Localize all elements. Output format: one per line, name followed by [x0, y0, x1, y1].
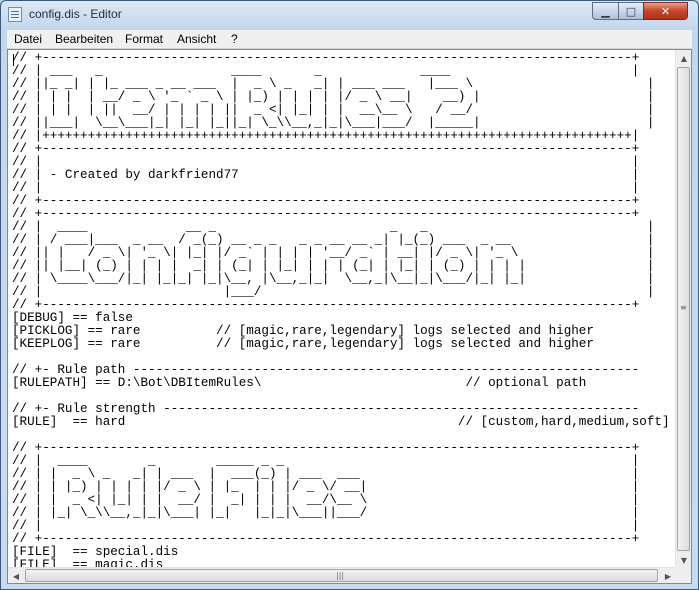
text-line[interactable]: // | | [12, 519, 639, 533]
text-line[interactable]: // | ___ _ ____ _ ____ | [12, 64, 639, 78]
menu-datei[interactable]: Datei [14, 32, 42, 46]
text-line[interactable]: // | | | | __/ _ \ '_ ` _ \ | |_) | | | … [12, 90, 654, 104]
horizontal-scroll-thumb[interactable]: ||| [25, 569, 658, 582]
editor-text[interactable]: // +------------------------------------… [8, 50, 676, 569]
text-line[interactable]: // +------------------------------------… [12, 142, 639, 156]
menu-ansicht[interactable]: Ansicht [177, 32, 216, 46]
scroll-grip-icon: ≡ [680, 303, 687, 312]
close-button[interactable]: ✕ [643, 2, 688, 20]
maximize-button[interactable]: □ [618, 2, 644, 20]
title-bar[interactable]: config.dis - Editor ▁ □ ✕ [1, 1, 698, 29]
vertical-scrollbar[interactable]: ▲ ≡ ▼ [675, 50, 691, 568]
scroll-grip-horizontal-icon: ||| [336, 571, 345, 580]
text-line[interactable]: // || |__| (_) | | | | _| | (_| | |_| | … [12, 259, 654, 273]
maximize-icon: □ [625, 4, 637, 18]
editor-area: // +------------------------------------… [7, 49, 692, 584]
text-line[interactable]: [RULEPATH] == D:\Bot\DBItemRules\ // opt… [12, 376, 586, 390]
text-caret [13, 54, 14, 66]
notepad-icon[interactable] [8, 7, 22, 22]
vertical-scroll-thumb[interactable]: ≡ [677, 67, 690, 551]
scroll-right-icon[interactable]: ▶ [660, 568, 676, 584]
close-icon: ✕ [660, 4, 671, 18]
text-line[interactable]: // | |_| \_\\__,_|_|\___| |_| |_|_|\___|… [12, 506, 639, 520]
scroll-left-icon[interactable]: ◀ [8, 568, 24, 584]
text-line[interactable]: // |++++++++++++++++++++++++++++++++++++… [12, 129, 639, 143]
text-line[interactable]: // +- Rule strength --------------------… [12, 402, 639, 416]
text-line[interactable]: // +------------------------------------… [12, 51, 639, 65]
text-line[interactable]: // | | [12, 155, 639, 169]
text-line[interactable]: // | - Created by darkfriend77 | [12, 168, 639, 182]
menu-bar: Datei Bearbeiten Format Ansicht ? [7, 30, 692, 49]
text-line[interactable]: // | | |_) | | | | |/ _ \ | |_ | | |/ _ … [12, 480, 639, 494]
text-line[interactable]: // +------------------------------------… [12, 194, 639, 208]
menu-help[interactable]: ? [231, 32, 238, 46]
text-line[interactable]: // +------------------------------------… [12, 441, 639, 455]
text-line[interactable]: // | | | | || __/ | | | | || _ <| |_| | … [12, 103, 654, 117]
text-line[interactable]: // | |___/ | [12, 285, 654, 299]
text-line[interactable]: // +------------------------------------… [12, 298, 639, 312]
text-line[interactable]: // | | _ \ _ _| | ___ | ___(_) | ___ ___… [12, 467, 639, 481]
text-line[interactable]: // | ____ _ _____ _ _ | [12, 454, 639, 468]
text-line[interactable]: // | / ___|___ _ __ / _(_) __ _ _ _ _ __… [12, 233, 654, 247]
text-line[interactable]: [FILE] == special.dis [12, 545, 178, 559]
text-line[interactable]: // || | / _ \| '_ \| |_| |/ _` | | | | '… [12, 246, 654, 260]
menu-format[interactable]: Format [125, 32, 163, 46]
text-line[interactable]: // | | _ <| |_| | | __/ | _| | | | __/\_… [12, 493, 639, 507]
text-line[interactable]: [PICKLOG] == rare // [magic,rare,legenda… [12, 324, 594, 338]
text-line[interactable]: [DEBUG] == false [12, 311, 133, 325]
scroll-down-icon[interactable]: ▼ [676, 552, 692, 568]
text-line[interactable]: // | \____\___/|_| |_|_| |_|\__, |\__,_|… [12, 272, 654, 286]
text-line[interactable]: // ||_ _| | |_ ___ _ __ ___ | _ \ _ _| |… [12, 77, 654, 91]
scroll-up-icon[interactable]: ▲ [676, 50, 692, 66]
window-title: config.dis - Editor [29, 7, 122, 21]
minimize-icon: ▁ [601, 4, 610, 18]
text-line[interactable]: // ||___| \__\___|_| |_| |_||_| \_\\__,_… [12, 116, 654, 130]
size-grip[interactable] [675, 567, 691, 583]
text-line[interactable]: [KEEPLOG] == rare // [magic,rare,legenda… [12, 337, 594, 351]
editor-window: config.dis - Editor ▁ □ ✕ Datei Bearbeit… [0, 0, 699, 590]
horizontal-scrollbar[interactable]: ◀ ||| ▶ [8, 567, 676, 583]
text-line[interactable]: // | ____ __ _ _ _ | [12, 220, 654, 234]
text-line[interactable]: [RULE] == hard // [custom,hard,medium,so… [12, 415, 670, 429]
text-line[interactable]: // +- Rule path ------------------------… [12, 363, 639, 377]
text-line[interactable]: // +------------------------------------… [12, 532, 639, 546]
text-line[interactable]: // +------------------------------------… [12, 207, 639, 221]
minimize-button[interactable]: ▁ [592, 2, 619, 20]
menu-bearbeiten[interactable]: Bearbeiten [55, 32, 113, 46]
text-content-area[interactable]: // +------------------------------------… [8, 50, 676, 569]
text-line[interactable]: // | | [12, 181, 639, 195]
